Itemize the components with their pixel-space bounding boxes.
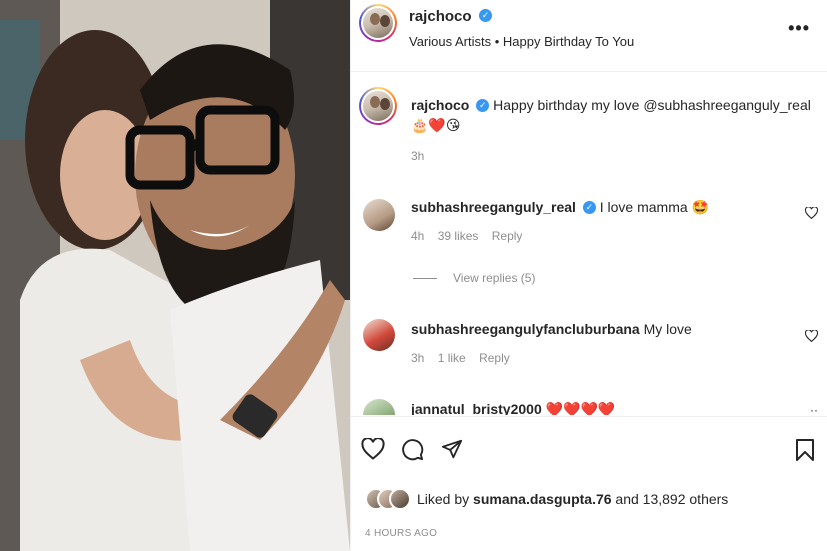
post-header: rajchoco ✓ Various Artists • Happy Birth… — [351, 0, 827, 72]
caption: rajchoco ✓ Happy birthday my love @subha… — [411, 95, 811, 135]
paper-plane-icon[interactable] — [441, 438, 463, 460]
comment-options-icon[interactable]: ·· — [810, 403, 818, 415]
verified-badge-icon: ✓ — [478, 9, 492, 23]
reply-button[interactable]: Reply — [492, 229, 523, 243]
comment-text: ❤️❤️❤️❤️ — [545, 401, 616, 415]
comment-time: 4h — [411, 229, 425, 243]
liked-by-user[interactable]: sumana.dasgupta.76 — [473, 491, 612, 507]
heart-outline-icon[interactable] — [361, 438, 385, 460]
post-detail-panel: rajchoco ✓ Various Artists • Happy Birth… — [350, 0, 827, 551]
post-timestamp: 4 HOURS AGO — [365, 528, 438, 539]
view-replies-button[interactable]: View replies (5) — [413, 271, 535, 285]
author-username[interactable]: rajchoco — [409, 8, 472, 25]
comment-text: I love mamma 🤩 — [599, 199, 709, 215]
post-photo[interactable] — [0, 0, 350, 551]
comment-1: subhashreeganguly_real ✓ I love mamma 🤩 — [411, 197, 791, 217]
comment-likes[interactable]: 1 like — [438, 351, 466, 365]
caption-emojis: 🎂❤️😘 — [411, 117, 461, 133]
comment-text: My love — [643, 321, 692, 337]
comment-1-meta: 4h 39 likes Reply — [411, 229, 532, 243]
reply-button[interactable]: Reply — [479, 351, 510, 365]
caption-author-avatar[interactable] — [359, 87, 397, 125]
comment-2-meta: 3h 1 like Reply — [411, 351, 520, 365]
caption-text: Happy birthday my love @subhashreegangul… — [493, 97, 811, 113]
comment-avatar[interactable] — [363, 399, 395, 415]
liker-avatar — [389, 488, 411, 510]
comments-list[interactable]: rajchoco ✓ Happy birthday my love @subha… — [351, 73, 827, 415]
caption-time: 3h — [411, 149, 425, 163]
comment-likes[interactable]: 39 likes — [438, 229, 479, 243]
comment-time: 3h — [411, 351, 425, 365]
comment-author[interactable]: subhashreegangulyfancluburbana — [411, 321, 640, 337]
verified-badge-icon: ✓ — [476, 98, 490, 112]
view-replies-label: View replies (5) — [453, 271, 536, 285]
comment-avatar[interactable] — [363, 199, 395, 231]
comment-2: subhashreegangulyfancluburbana My love — [411, 319, 791, 339]
liked-by-prefix: Liked by — [417, 491, 474, 507]
speech-bubble-icon[interactable] — [401, 438, 424, 461]
caption-author[interactable]: rajchoco — [411, 97, 469, 113]
replies-divider — [413, 277, 437, 279]
liked-by-suffix[interactable]: and 13,892 others — [612, 491, 728, 507]
comment-3: jannatul_bristy2000 ❤️❤️❤️❤️ — [411, 399, 791, 415]
comment-avatar[interactable] — [363, 319, 395, 351]
verified-badge-icon: ✓ — [582, 200, 596, 214]
heart-small-icon[interactable] — [805, 207, 818, 219]
audio-label[interactable]: Various Artists • Happy Birthday To You — [409, 34, 634, 49]
comment-author[interactable]: jannatul_bristy2000 — [411, 401, 542, 415]
liked-by-avatars[interactable] — [365, 488, 415, 512]
heart-small-icon[interactable] — [805, 330, 818, 342]
author-avatar[interactable] — [359, 4, 397, 42]
photo-illustration — [0, 0, 350, 551]
liked-by-text: Liked by sumana.dasgupta.76 and 13,892 o… — [417, 491, 728, 507]
bookmark-icon[interactable] — [795, 438, 815, 462]
comment-author[interactable]: subhashreeganguly_real — [411, 199, 576, 215]
more-options-button[interactable]: ••• — [788, 18, 810, 39]
